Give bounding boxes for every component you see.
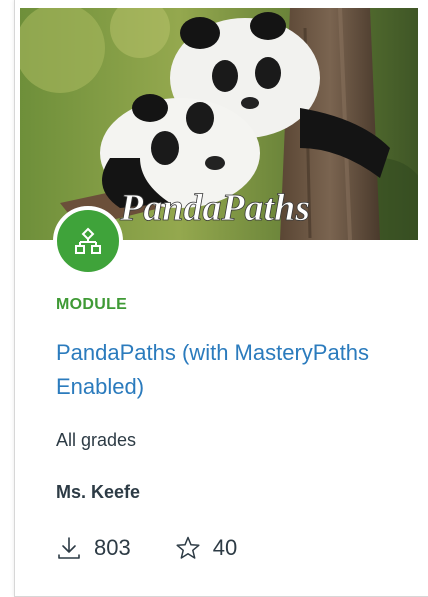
download-icon [58,537,80,559]
panda-image: PandaPaths [20,8,418,240]
author-name: Ms. Keefe [56,482,141,502]
module-icon [75,227,101,254]
resource-title-link[interactable]: PandaPaths (with MasteryPaths Enabled) [56,336,386,404]
star-icon[interactable] [175,535,201,561]
grade-level: All grades [56,430,137,450]
favorite-count-value: 40 [212,535,238,560]
download-count: 803 [56,535,131,561]
thumbnail-text: PandaPaths [119,187,310,229]
resource-type-label: MODULE [56,296,128,313]
module-badge [53,206,123,276]
resource-stats: 803 40 [56,530,281,566]
favorite-count[interactable]: 40 [175,535,237,561]
download-count-value: 803 [94,535,131,560]
resource-thumbnail[interactable]: PandaPaths [20,8,418,240]
